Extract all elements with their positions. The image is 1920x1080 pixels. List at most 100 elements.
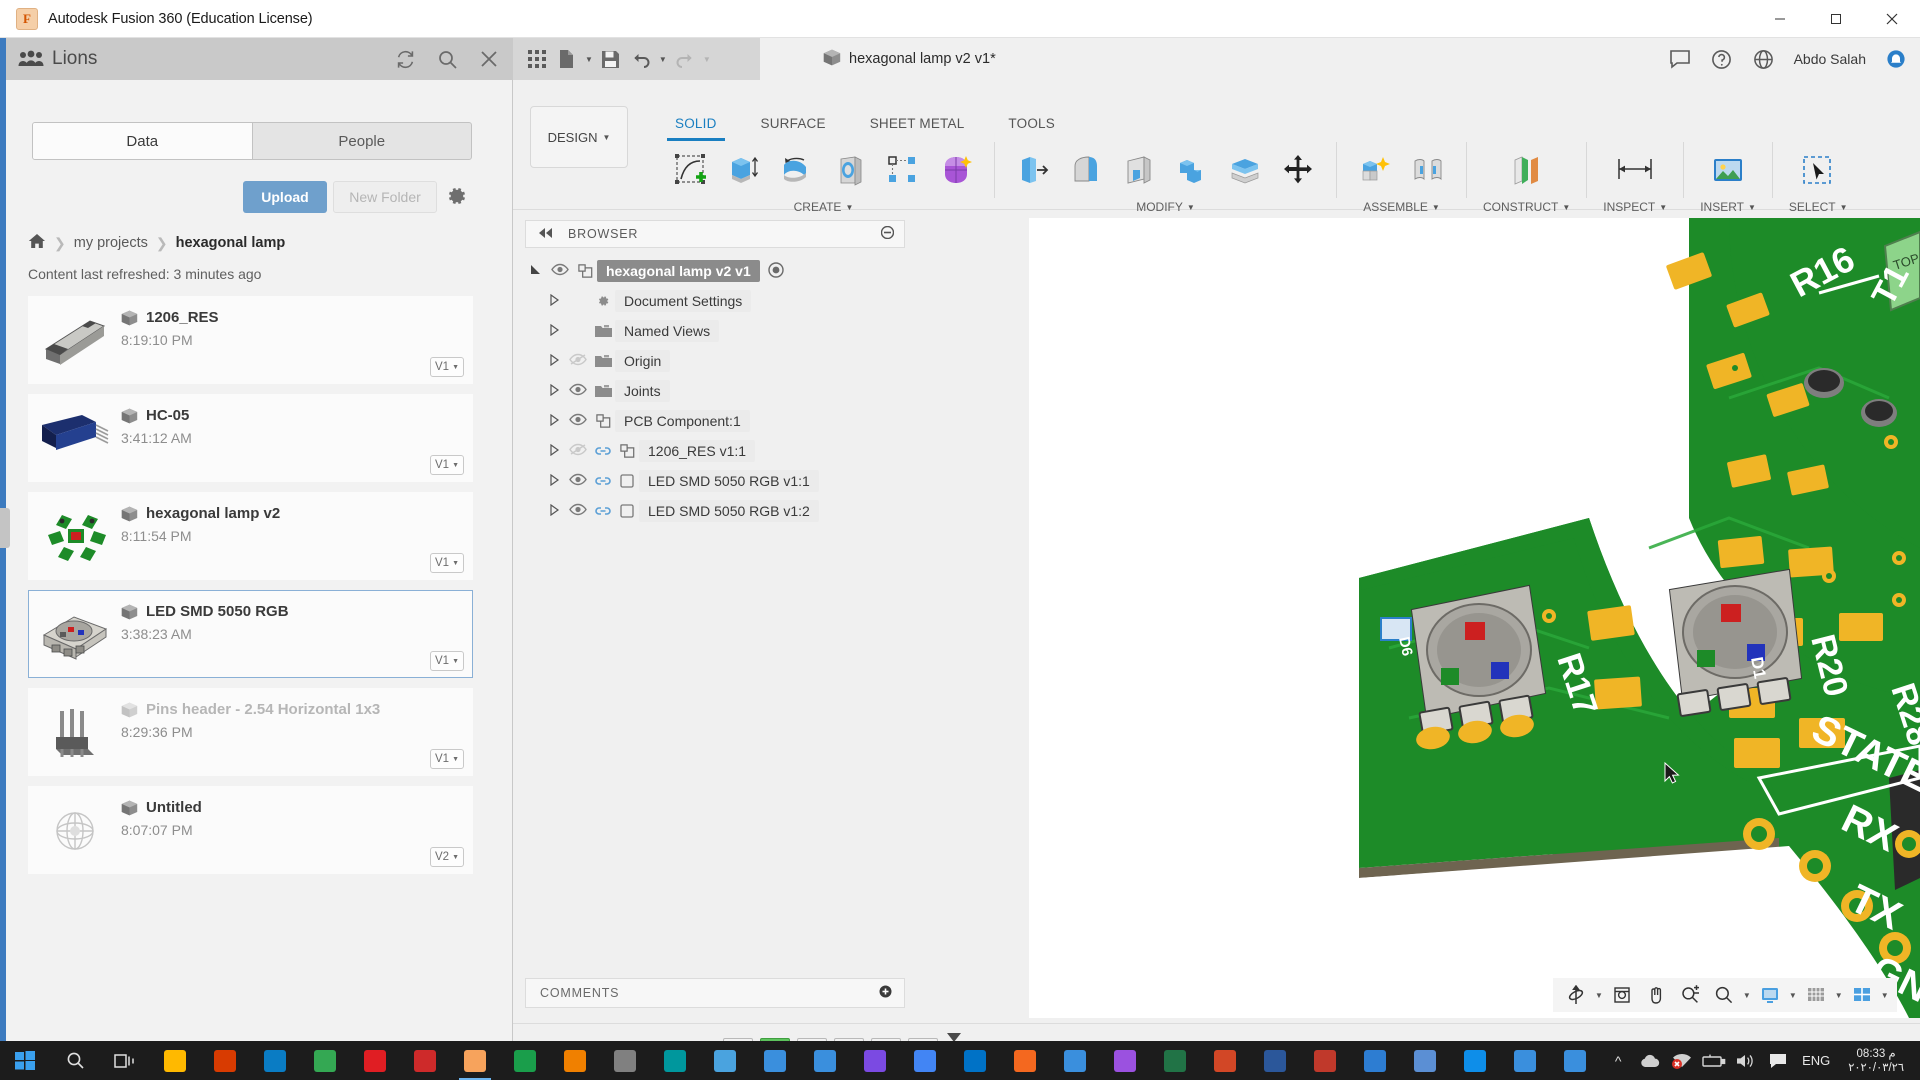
data-panel-item[interactable]: Pins header - 2.54 Horizontal 1x3 8:29:36…: [28, 688, 473, 776]
redo-icon[interactable]: [673, 47, 697, 71]
revolve-icon[interactable]: [775, 147, 819, 193]
fillet-icon[interactable]: [1064, 147, 1108, 193]
taskbar-app-teamviewer[interactable]: [1450, 1041, 1500, 1080]
taskbar-app-edge-browser[interactable]: [250, 1041, 300, 1080]
orbit-icon[interactable]: [1561, 981, 1591, 1009]
browser-node[interactable]: LED SMD 5050 RGB v1:1: [525, 466, 905, 496]
offset-plane-icon[interactable]: [1505, 147, 1549, 193]
taskbar-app-powerpoint[interactable]: [1200, 1041, 1250, 1080]
grid-snap-dropdown-icon[interactable]: ▼: [1835, 991, 1843, 1000]
browser-node[interactable]: Origin: [525, 346, 905, 376]
expand-caret-icon[interactable]: [525, 264, 547, 279]
ribbon-tab-tools[interactable]: TOOLS: [986, 110, 1077, 136]
collapse-left-icon[interactable]: [538, 227, 554, 241]
wifi-error-icon[interactable]: [1666, 1041, 1698, 1080]
offset-face-icon[interactable]: [1223, 147, 1267, 193]
visibility-eye-icon[interactable]: [547, 263, 573, 279]
taskbar-app-messenger[interactable]: [850, 1041, 900, 1080]
grid-snap-icon[interactable]: [1801, 981, 1831, 1009]
visibility-eye-icon[interactable]: [565, 353, 591, 369]
taskbar-app-link-app2[interactable]: [1500, 1041, 1550, 1080]
shell-icon[interactable]: [1117, 147, 1161, 193]
version-badge[interactable]: V1 ▼: [429, 357, 464, 377]
expand-caret-icon[interactable]: [543, 353, 565, 369]
taskbar-app-notion[interactable]: [1100, 1041, 1150, 1080]
orbit-dropdown-icon[interactable]: ▼: [1595, 991, 1603, 1000]
version-badge[interactable]: V1 ▼: [429, 553, 464, 573]
taskbar-app-arduino-ide[interactable]: [650, 1041, 700, 1080]
create-form-icon[interactable]: [934, 147, 978, 193]
display-settings-icon[interactable]: [1755, 981, 1785, 1009]
data-panel-item[interactable]: hexagonal lamp v2 8:11:54 PM V1 ▼: [28, 492, 473, 580]
taskbar-app-chrome-browser2[interactable]: [900, 1041, 950, 1080]
3d-viewport[interactable]: TOP R16 T1 R17 R20 R28 D1 D6 STATE RX TX…: [1029, 218, 1920, 1018]
taskbar-app-settings-app[interactable]: [600, 1041, 650, 1080]
notification-icon[interactable]: [1762, 1041, 1794, 1080]
viewports-dropdown-icon[interactable]: ▼: [1881, 991, 1889, 1000]
minimize-button[interactable]: [1752, 0, 1808, 38]
version-badge[interactable]: V1 ▼: [429, 651, 464, 671]
visibility-eye-icon[interactable]: [565, 503, 591, 519]
combine-icon[interactable]: [1170, 147, 1214, 193]
data-panel-item[interactable]: Untitled 8:07:07 PM V2 ▼: [28, 786, 473, 874]
cloud-icon[interactable]: [1634, 1041, 1666, 1080]
ribbon-group-label-select[interactable]: SELECT ▼: [1789, 200, 1848, 214]
ribbon-tab-sheet-metal[interactable]: SHEET METAL: [848, 110, 987, 136]
taskbar-app-link-app[interactable]: [800, 1041, 850, 1080]
refresh-icon[interactable]: [393, 47, 417, 71]
expand-caret-icon[interactable]: [543, 413, 565, 429]
grid-apps-icon[interactable]: [525, 47, 549, 71]
insert-mcmaster-icon[interactable]: [1706, 147, 1750, 193]
undo-dropdown-icon[interactable]: ▼: [659, 55, 667, 64]
visibility-eye-icon[interactable]: [565, 443, 591, 459]
browser-node[interactable]: hexagonal lamp v2 v1: [525, 256, 905, 286]
select-cursor-icon[interactable]: [1796, 147, 1840, 193]
comment-icon[interactable]: [1668, 47, 1692, 71]
zoom-icon[interactable]: [1675, 981, 1705, 1009]
comments-panel[interactable]: COMMENTS: [525, 978, 905, 1008]
expand-caret-icon[interactable]: [543, 323, 565, 339]
taskbar-app-sublime-text[interactable]: [700, 1041, 750, 1080]
browser-node[interactable]: 1206_RES v1:1: [525, 436, 905, 466]
document-tab[interactable]: hexagonal lamp v2 v1*: [823, 38, 996, 80]
chevron-up-icon[interactable]: ^: [1602, 1041, 1634, 1080]
zoom-window-dropdown-icon[interactable]: ▼: [1743, 991, 1751, 1000]
data-panel-item[interactable]: 1206_RES 8:19:10 PM V1 ▼: [28, 296, 473, 384]
zoom-window-icon[interactable]: [1709, 981, 1739, 1009]
taskbar-app-brave-browser[interactable]: [1000, 1041, 1050, 1080]
new-component-icon[interactable]: [1353, 147, 1397, 193]
speaker-icon[interactable]: [1730, 1041, 1762, 1080]
new-file-dropdown-icon[interactable]: ▼: [585, 55, 593, 64]
taskbar-app-fusion-360[interactable]: [450, 1041, 500, 1080]
taskbar-app-microsoft-store[interactable]: [200, 1041, 250, 1080]
breadcrumb-hexagonal-lamp[interactable]: hexagonal lamp: [176, 235, 286, 251]
redo-dropdown-icon[interactable]: ▼: [703, 55, 711, 64]
viewports-icon[interactable]: [1847, 981, 1877, 1009]
browser-node[interactable]: LED SMD 5050 RGB v1:2: [525, 496, 905, 526]
workspace-switcher-button[interactable]: DESIGN ▼: [530, 106, 628, 168]
version-badge[interactable]: V1 ▼: [429, 749, 464, 769]
browser-node[interactable]: Document Settings: [525, 286, 905, 316]
maximize-button[interactable]: [1808, 0, 1864, 38]
new-file-icon[interactable]: [555, 47, 579, 71]
measure-icon[interactable]: [1613, 147, 1657, 193]
browser-node[interactable]: Named Views: [525, 316, 905, 346]
taskbar-app-vlc-media[interactable]: [550, 1041, 600, 1080]
windows-start-icon[interactable]: [0, 1041, 50, 1080]
ribbon-group-label-construct[interactable]: CONSTRUCT ▼: [1483, 200, 1570, 214]
hole-icon[interactable]: [828, 147, 872, 193]
notification-icon[interactable]: [1884, 47, 1908, 71]
pan-look-at-icon[interactable]: [1607, 981, 1637, 1009]
expand-caret-icon[interactable]: [543, 383, 565, 399]
gear-icon[interactable]: [443, 183, 471, 211]
new-folder-button[interactable]: New Folder: [333, 181, 437, 213]
taskbar-app-infinity-app[interactable]: [750, 1041, 800, 1080]
ribbon-tab-surface[interactable]: SURFACE: [739, 110, 848, 136]
ribbon-tab-solid[interactable]: SOLID: [653, 110, 739, 141]
version-badge[interactable]: V2 ▼: [429, 847, 464, 867]
taskbar-app-link-app3[interactable]: [1550, 1041, 1600, 1080]
search-icon[interactable]: [435, 47, 459, 71]
search-icon[interactable]: [50, 1041, 100, 1080]
ribbon-group-label-create[interactable]: CREATE ▼: [794, 200, 854, 214]
data-panel-item[interactable]: LED SMD 5050 RGB 3:38:23 AM V1 ▼: [28, 590, 473, 678]
